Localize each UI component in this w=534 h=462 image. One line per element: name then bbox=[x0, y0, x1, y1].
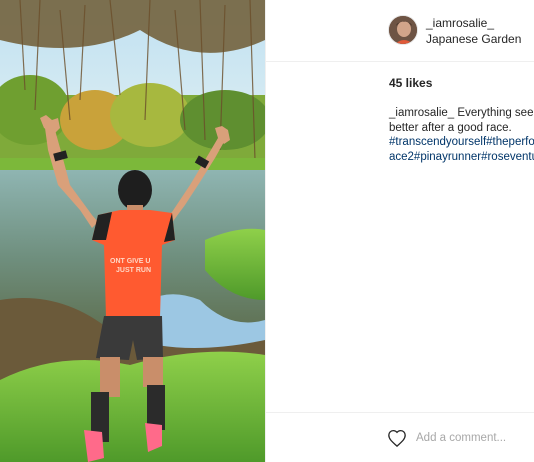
heart-outline-icon[interactable] bbox=[387, 429, 407, 448]
caption-hashtags-1[interactable]: #transcendyourself#theperfo bbox=[389, 135, 534, 150]
post-location[interactable]: Japanese Garden bbox=[426, 32, 521, 46]
comment-bar bbox=[266, 412, 534, 462]
post-username[interactable]: _iamrosalie_ bbox=[426, 16, 494, 30]
likes-count[interactable]: 45 likes bbox=[389, 76, 432, 90]
caption-text-2: better after a good race. bbox=[389, 121, 512, 134]
caption-hashtags-2[interactable]: ace2#pinayrunner#roseventu bbox=[389, 150, 534, 165]
caption-username[interactable]: _iamrosalie_ bbox=[389, 107, 454, 119]
caption-text-1: Everything seem bbox=[457, 107, 534, 119]
shirt-text-1: ONT GIVE U bbox=[110, 258, 150, 265]
post-photo: ONT GIVE U JUST RUN bbox=[0, 0, 265, 462]
post-header: _iamrosalie_ Japanese Garden bbox=[266, 0, 534, 62]
post-caption: _iamrosalie_ Everything seem better afte… bbox=[389, 106, 534, 164]
post-sidebar: _iamrosalie_ Japanese Garden 45 likes _i… bbox=[265, 0, 534, 462]
comment-input[interactable] bbox=[416, 427, 534, 449]
shirt-text-2: JUST RUN bbox=[116, 267, 151, 274]
avatar[interactable] bbox=[388, 15, 418, 45]
